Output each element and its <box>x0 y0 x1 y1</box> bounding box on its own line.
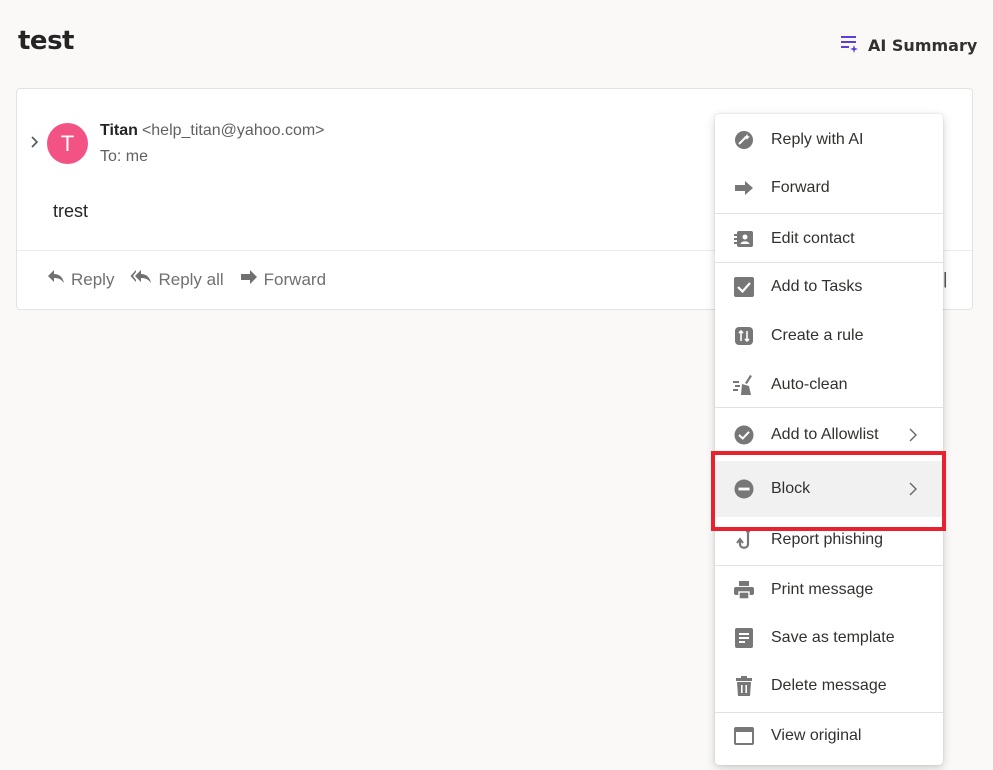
menu-item-edit-contact[interactable]: Edit contact <box>715 215 943 263</box>
ai-summary-button[interactable]: AI Summary <box>840 34 977 57</box>
menu-item-label: Edit contact <box>771 230 855 247</box>
contact-card-icon <box>733 228 755 250</box>
menu-item-forward[interactable]: Forward <box>715 164 943 212</box>
menu-item-label: Report phishing <box>771 531 884 548</box>
more-actions-menu: Reply with AI Forward Edit contact Add t… <box>715 114 943 765</box>
reply-all-icon <box>130 269 152 290</box>
menu-item-label: Forward <box>771 179 830 196</box>
rule-icon <box>733 325 755 347</box>
reply-all-button[interactable]: Reply all <box>130 269 224 290</box>
ai-summary-label: AI Summary <box>868 36 978 55</box>
menu-item-save-as-template[interactable]: Save as template <box>715 614 943 662</box>
ai-summary-icon <box>840 34 859 57</box>
sender-line: Titan <help_titan@yahoo.com> <box>100 122 325 140</box>
email-subject: test <box>18 26 74 56</box>
menu-item-label: Reply with AI <box>771 131 864 148</box>
forward-icon <box>240 269 258 290</box>
checkbox-icon <box>733 276 755 298</box>
menu-item-label: Delete message <box>771 677 887 694</box>
menu-item-label: View original <box>771 727 862 744</box>
printer-icon <box>733 579 755 601</box>
menu-item-label: Add to Allowlist <box>771 426 879 443</box>
reply-all-label: Reply all <box>158 269 224 289</box>
trash-icon <box>733 675 755 697</box>
menu-separator <box>715 213 943 214</box>
recipient-line: To: me <box>100 148 149 165</box>
menu-item-label: Print message <box>771 581 874 598</box>
forward-arrow-icon <box>733 177 755 199</box>
menu-item-print-message[interactable]: Print message <box>715 566 943 614</box>
message-actions: Reply Reply all Forward <box>47 269 326 290</box>
chevron-right-icon[interactable] <box>28 135 42 149</box>
avatar: T <box>47 123 88 164</box>
message-body: trest <box>53 201 89 221</box>
template-icon <box>733 627 755 649</box>
menu-item-auto-clean[interactable]: Auto-clean <box>715 361 943 409</box>
menu-item-reply-with-ai[interactable]: Reply with AI <box>715 116 943 164</box>
menu-item-view-original[interactable]: View original <box>715 712 943 760</box>
sender-email[interactable]: <help_titan@yahoo.com> <box>142 122 325 139</box>
forward-label: Forward <box>263 269 327 289</box>
menu-item-label: Auto-clean <box>771 376 848 393</box>
menu-item-label: Add to Tasks <box>771 278 863 295</box>
menu-item-create-rule[interactable]: Create a rule <box>715 312 943 360</box>
highlight-outline <box>711 451 946 531</box>
sender-name[interactable]: Titan <box>100 122 138 139</box>
check-circle-icon <box>733 424 755 446</box>
fishhook-icon <box>733 529 755 551</box>
menu-separator <box>715 407 943 408</box>
forward-button[interactable]: Forward <box>240 269 326 290</box>
menu-item-label: Save as template <box>771 629 895 646</box>
chevron-right-icon <box>905 427 921 443</box>
reply-button[interactable]: Reply <box>47 269 114 290</box>
reply-icon <box>47 269 65 290</box>
window-icon <box>733 725 755 747</box>
menu-item-label: Create a rule <box>771 327 864 344</box>
menu-item-delete-message[interactable]: Delete message <box>715 662 943 710</box>
reply-label: Reply <box>71 269 115 289</box>
reply-with-ai-icon <box>733 129 755 151</box>
menu-item-add-to-tasks[interactable]: Add to Tasks <box>715 263 943 311</box>
obscured-action-edge: | <box>943 269 948 288</box>
broom-icon <box>733 374 755 396</box>
